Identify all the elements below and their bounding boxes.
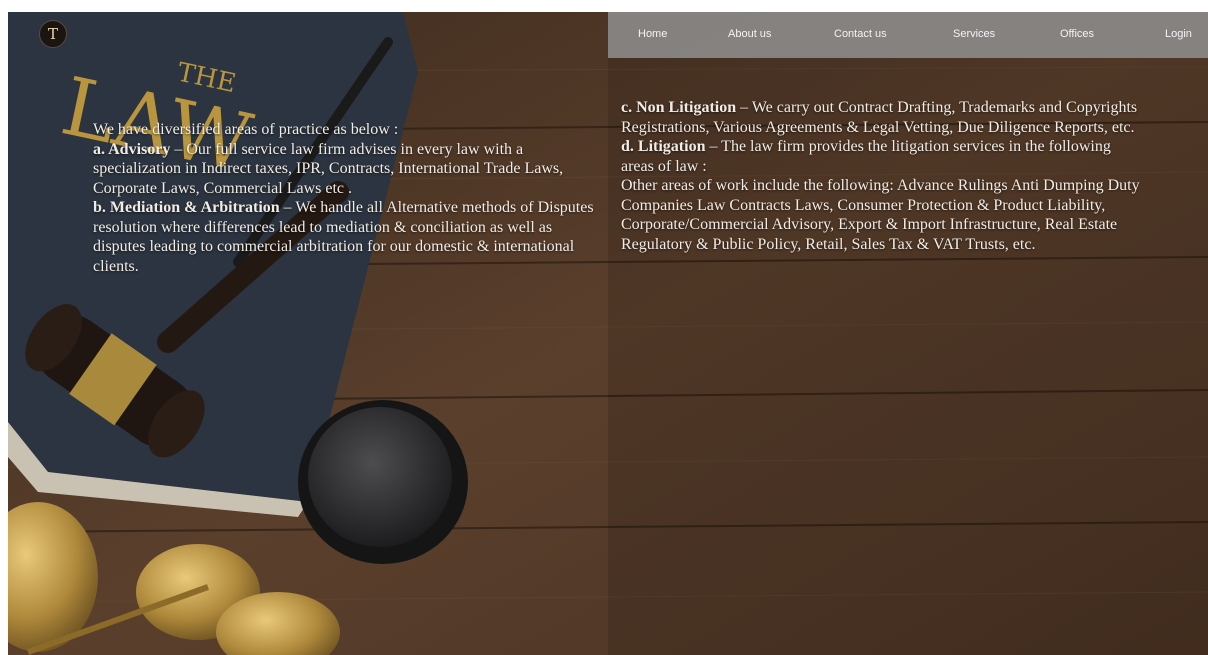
mediation-heading: b. Mediation & Arbitration (93, 199, 280, 216)
practice-areas-left: We have diversified areas of practice as… (93, 120, 608, 276)
practice-areas-right: c. Non Litigation – We carry out Contrac… (621, 98, 1141, 254)
nav-about[interactable]: About us (728, 28, 771, 40)
nav-offices[interactable]: Offices (1060, 28, 1094, 40)
litigation-heading: d. Litigation (621, 138, 706, 155)
nav-contact[interactable]: Contact us (834, 28, 887, 40)
top-nav: Home About us Contact us Services Office… (608, 12, 1208, 58)
nav-services[interactable]: Services (953, 28, 995, 40)
nav-home[interactable]: Home (638, 28, 667, 40)
nav-login[interactable]: Login (1165, 28, 1192, 40)
intro-text: We have diversified areas of practice as… (93, 121, 399, 138)
non-litigation-heading: c. Non Litigation (621, 99, 737, 116)
logo-icon[interactable]: T (39, 20, 67, 48)
advisory-heading: a. Advisory (93, 140, 171, 158)
page-frame: THE LAW T Home About us Contact us Servi… (8, 12, 1208, 655)
other-areas-text: Other areas of work include the followin… (621, 177, 1140, 253)
